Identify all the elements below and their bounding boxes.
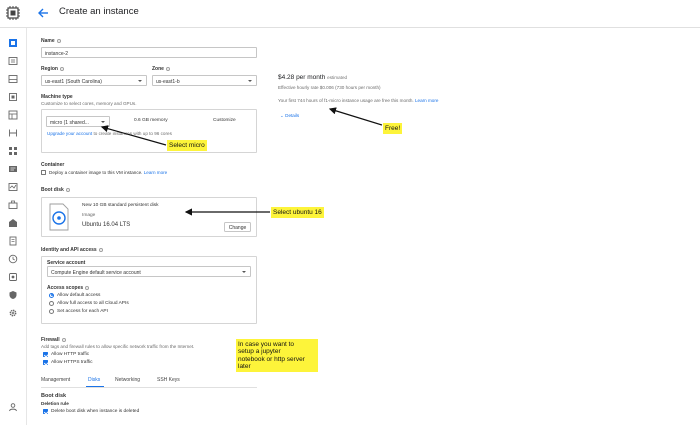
annotation-arrows	[100, 107, 383, 216]
note-select-micro: Select micro	[167, 140, 207, 151]
arrow-select-micro	[100, 125, 167, 146]
arrow-free	[328, 107, 383, 126]
note-free: Free!	[383, 123, 403, 134]
note-jupyter: In case you want to setup a jupyter note…	[236, 339, 318, 372]
note-select-ubuntu: Select ubuntu 16	[271, 207, 324, 218]
